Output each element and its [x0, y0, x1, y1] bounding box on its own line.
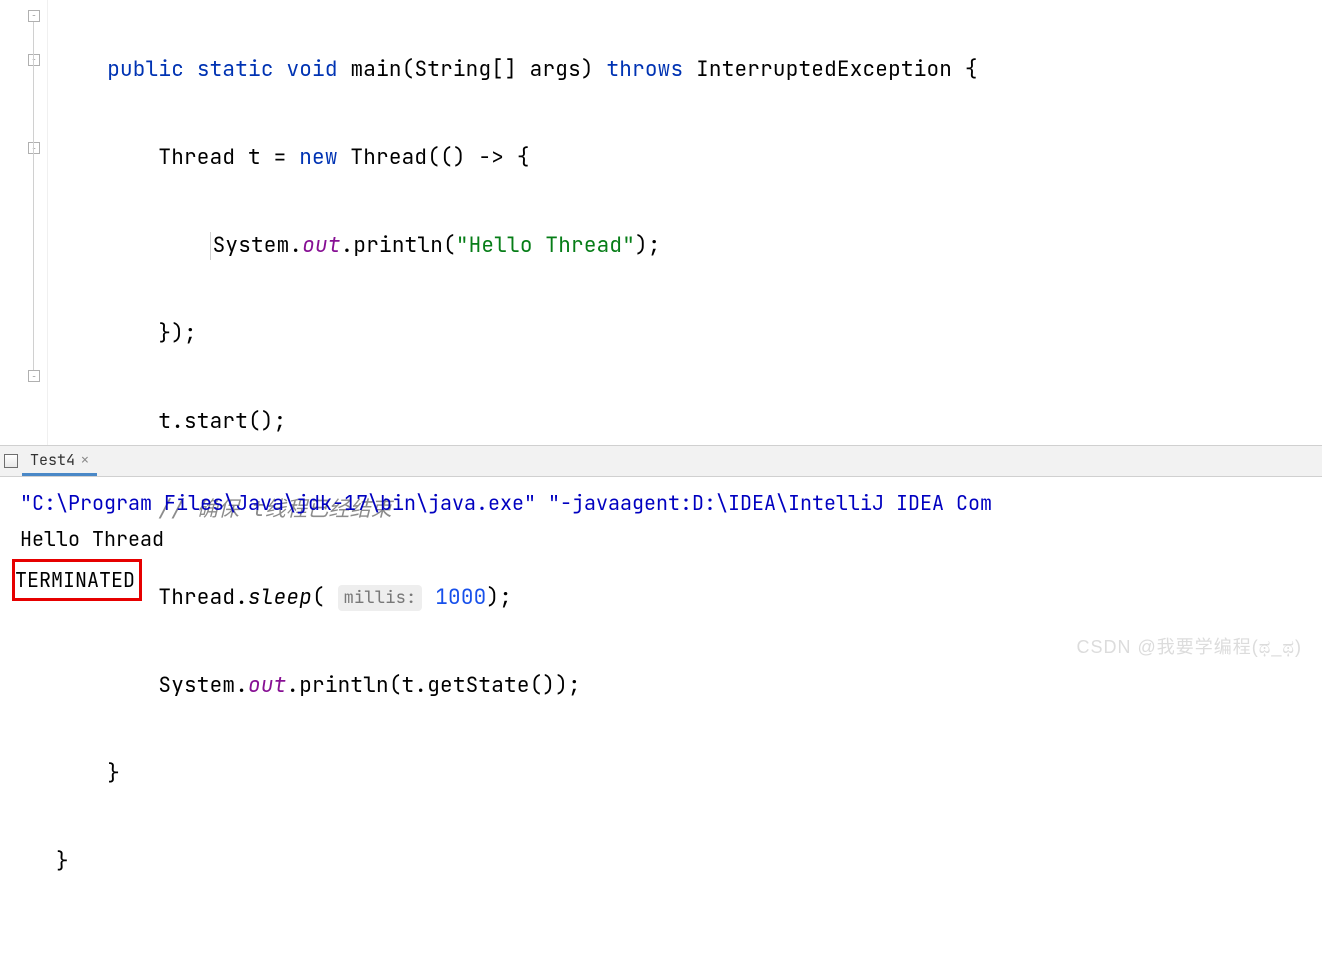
- code-line[interactable]: });: [56, 312, 1322, 356]
- code-editor[interactable]: − − − − public static void main(String[]…: [0, 0, 1322, 445]
- fold-toggle-icon[interactable]: −: [28, 142, 40, 154]
- code-line[interactable]: }: [56, 752, 1322, 796]
- code-line[interactable]: t.start();: [56, 400, 1322, 444]
- parameter-hint: millis:: [338, 585, 423, 611]
- fold-toggle-icon[interactable]: −: [28, 370, 40, 382]
- run-config-icon: [4, 454, 18, 468]
- console-tab[interactable]: Test4 ✕: [22, 446, 97, 476]
- code-content[interactable]: public static void main(String[] args) t…: [48, 0, 1322, 445]
- fold-toggle-icon[interactable]: −: [28, 10, 40, 22]
- fold-toggle-icon[interactable]: −: [28, 54, 40, 66]
- code-line[interactable]: public static void main(String[] args) t…: [56, 48, 1322, 92]
- close-icon[interactable]: ✕: [81, 451, 89, 468]
- code-line[interactable]: System.out.println(t.getState());: [56, 664, 1322, 708]
- code-line[interactable]: Thread t = new Thread(() -> {: [56, 136, 1322, 180]
- code-line[interactable]: System.out.println("Hello Thread");: [56, 224, 1322, 268]
- highlighted-output: TERMINATED: [12, 559, 142, 601]
- watermark: CSDN @我要学编程(ಥ_ಥ): [1076, 633, 1302, 659]
- code-line[interactable]: }: [56, 840, 1322, 884]
- code-line[interactable]: Thread.sleep( millis: 1000);: [56, 576, 1322, 620]
- gutter: − − − −: [0, 0, 48, 445]
- tab-label: Test4: [30, 450, 75, 470]
